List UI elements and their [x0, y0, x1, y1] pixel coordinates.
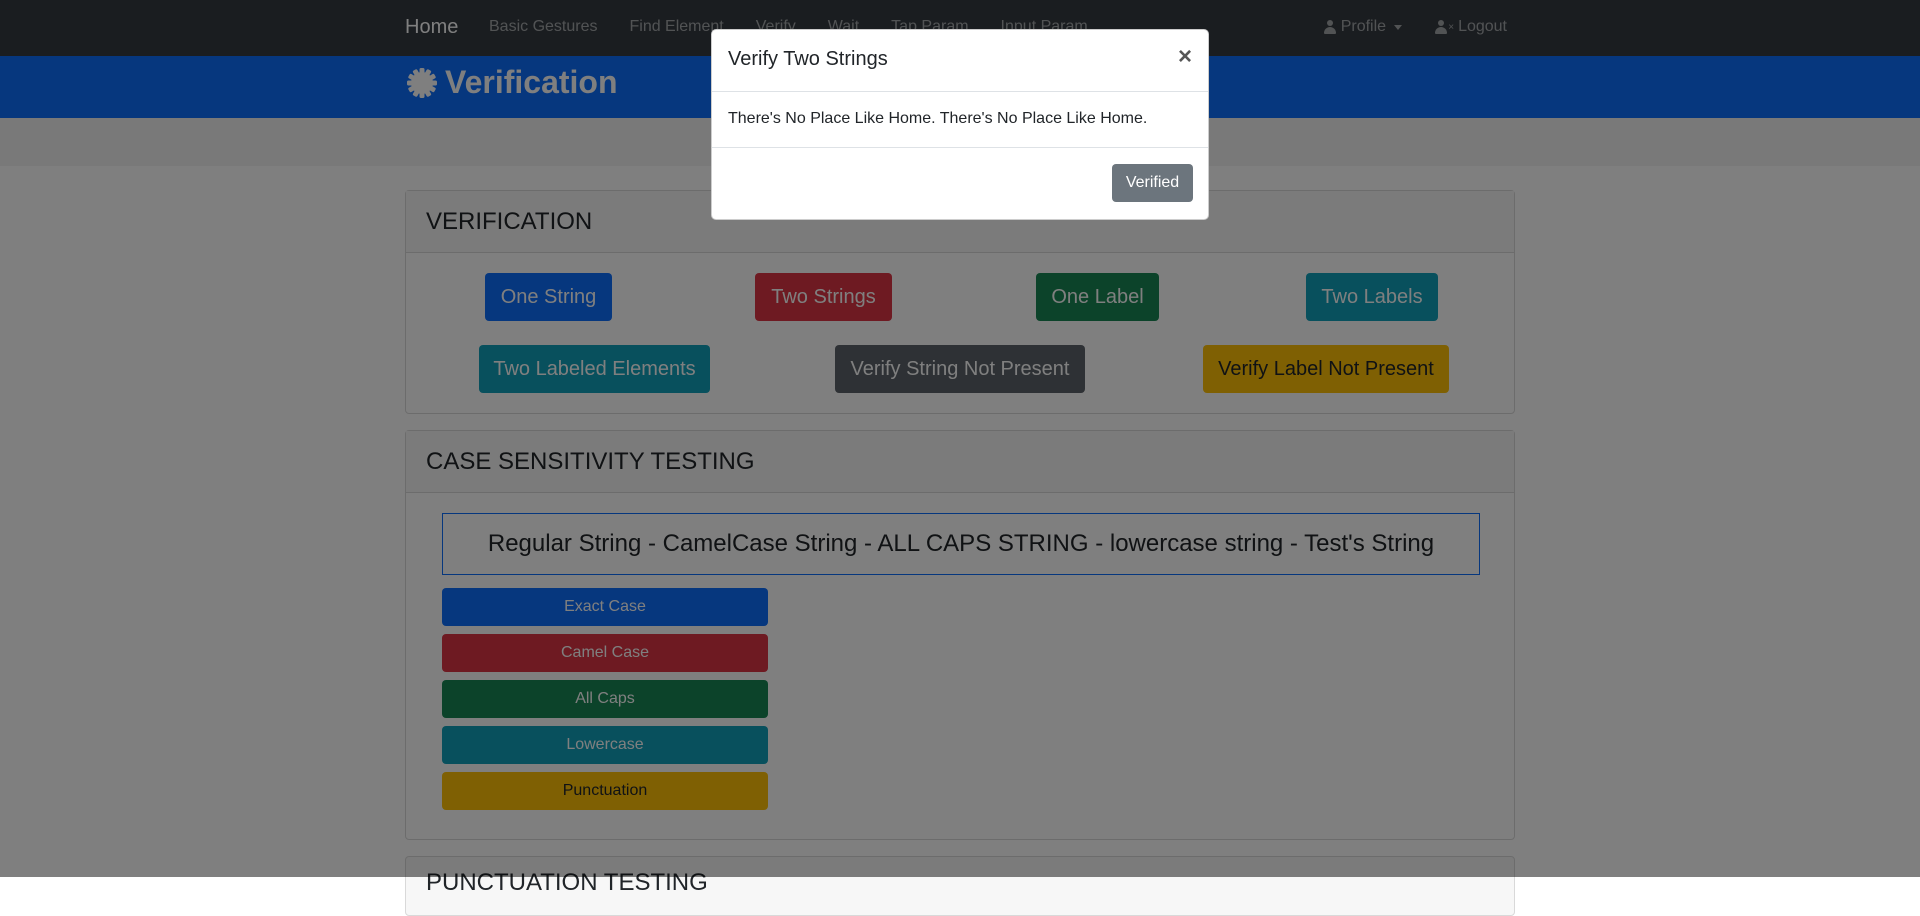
modal-header: Verify Two Strings ×: [712, 30, 1208, 92]
modal-body: There's No Place Like Home. There's No P…: [712, 92, 1208, 148]
close-icon[interactable]: ×: [1178, 45, 1192, 69]
verify-two-strings-modal: Verify Two Strings × There's No Place Li…: [711, 29, 1209, 220]
modal-title: Verify Two Strings: [728, 48, 888, 70]
verified-button[interactable]: Verified: [1112, 164, 1193, 202]
modal-message: There's No Place Like Home. There's No P…: [728, 110, 1148, 127]
modal-footer: Verified: [712, 148, 1208, 219]
